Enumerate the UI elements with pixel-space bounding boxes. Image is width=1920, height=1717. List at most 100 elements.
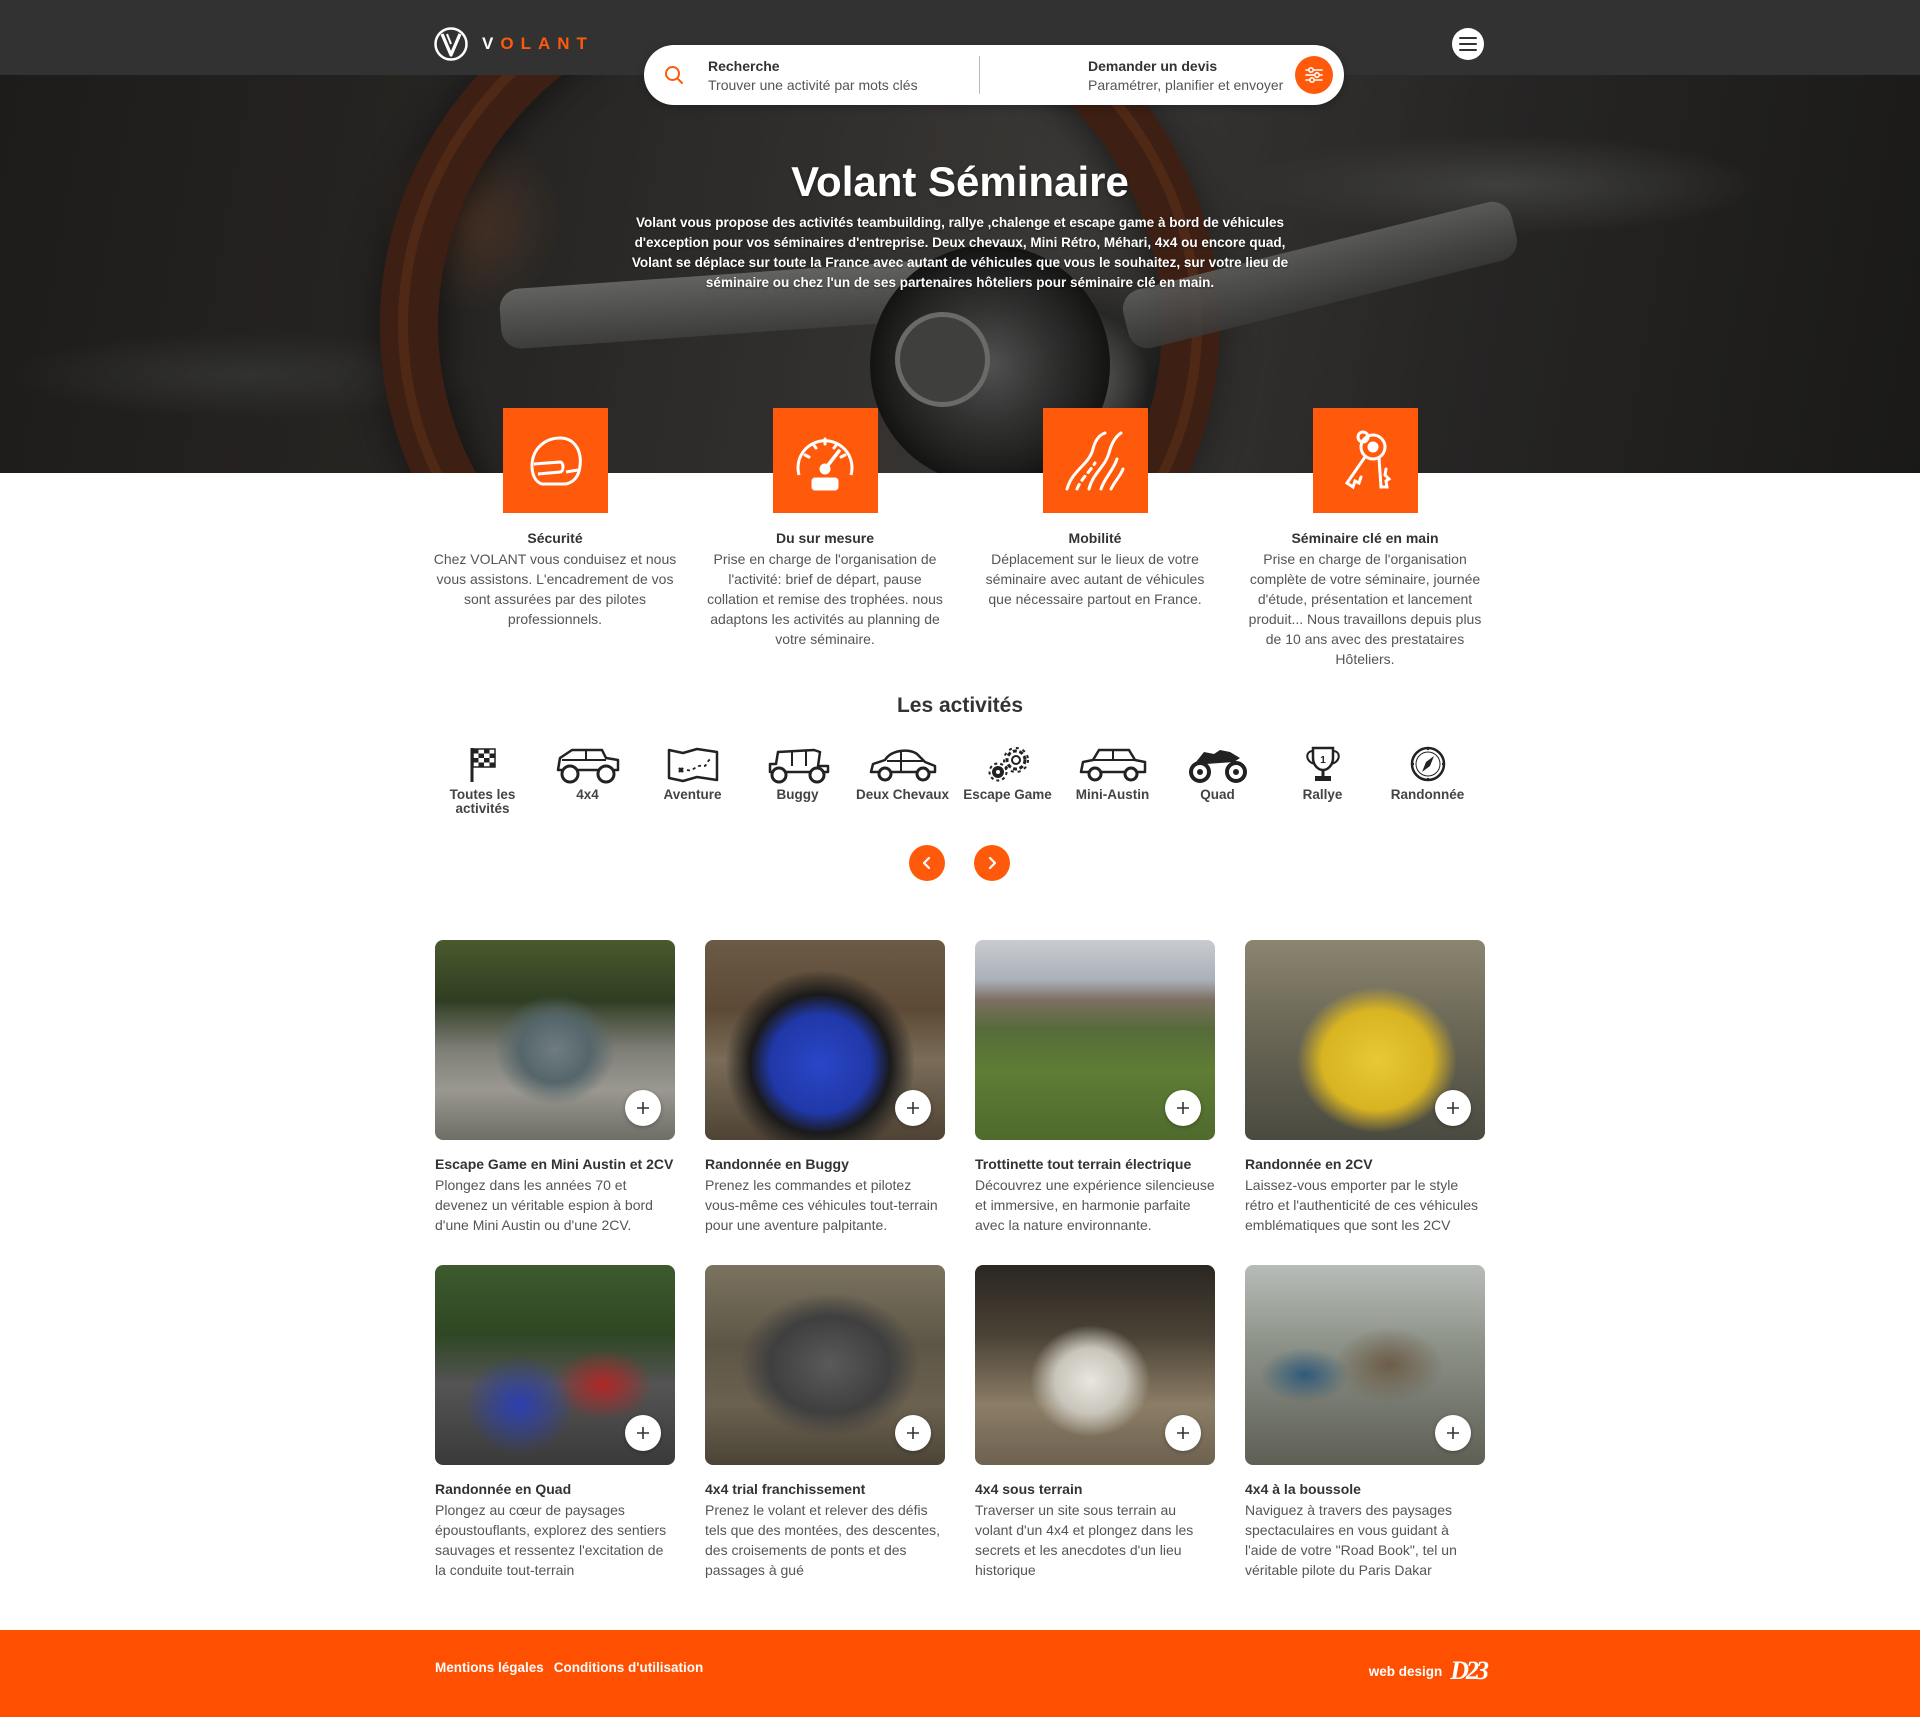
search-icon bbox=[665, 66, 683, 84]
activity-label: Quad bbox=[1200, 787, 1235, 802]
footer-links: Mentions légales Conditions d'utilisatio… bbox=[435, 1660, 703, 1675]
card-photo[interactable] bbox=[705, 1265, 945, 1465]
card-title[interactable]: Trottinette tout terrain électrique bbox=[975, 1156, 1215, 1172]
feature-text: Prise en charge de l'organisation complè… bbox=[1248, 551, 1482, 667]
activity-card[interactable]: Randonnée en 2CV Laissez-vous emporter p… bbox=[1245, 940, 1485, 1265]
features-row: Sécurité Chez VOLANT vous conduisez et n… bbox=[420, 408, 1500, 669]
plus-icon[interactable] bbox=[625, 1090, 661, 1126]
page-title: Volant Séminaire bbox=[791, 158, 1129, 205]
activity-filter-carousel: Toutes les activités 4x4 Aventure Buggy bbox=[430, 744, 1480, 816]
activity-card[interactable]: 4x4 trial franchissement Prenez le volan… bbox=[705, 1265, 945, 1590]
activity-label: Deux Chevaux bbox=[855, 787, 950, 802]
activity-card[interactable]: 4x4 à la boussole Naviguez à travers des… bbox=[1245, 1265, 1485, 1590]
activity-cards-grid: Escape Game en Mini Austin et 2CV Plonge… bbox=[435, 940, 1485, 1590]
helmet-icon bbox=[502, 408, 608, 513]
card-photo[interactable] bbox=[435, 1265, 675, 1465]
road-icon bbox=[1042, 408, 1148, 513]
plus-icon[interactable] bbox=[895, 1415, 931, 1451]
card-photo[interactable] bbox=[1245, 1265, 1485, 1465]
card-photo[interactable] bbox=[1245, 940, 1485, 1140]
activity-label: Mini-Austin bbox=[1075, 787, 1150, 802]
sliders-icon bbox=[1305, 66, 1323, 84]
activity-filter-rallye[interactable]: 1 Rallye bbox=[1270, 744, 1375, 816]
carousel-prev-button[interactable] bbox=[909, 845, 945, 881]
deux-chevaux-icon bbox=[869, 749, 936, 782]
4x4-icon bbox=[556, 748, 619, 784]
activity-filter-4x4[interactable]: 4x4 bbox=[535, 744, 640, 816]
card-photo[interactable] bbox=[435, 940, 675, 1140]
map-icon bbox=[667, 747, 718, 783]
terms-link[interactable]: Conditions d'utilisation bbox=[554, 1660, 703, 1675]
activity-card[interactable]: Randonnée en Quad Plongez au cœur de pay… bbox=[435, 1265, 675, 1590]
activity-label: Aventure bbox=[663, 787, 722, 802]
activity-label: Escape Game bbox=[963, 787, 1052, 802]
card-title[interactable]: 4x4 trial franchissement bbox=[705, 1481, 945, 1497]
card-title[interactable]: Randonnée en 2CV bbox=[1245, 1156, 1485, 1172]
activity-filter-quad[interactable]: Quad bbox=[1165, 744, 1270, 816]
card-text: Plongez au cœur de paysages époustouflan… bbox=[435, 1502, 667, 1578]
card-photo[interactable] bbox=[975, 940, 1215, 1140]
plus-icon[interactable] bbox=[1435, 1415, 1471, 1451]
card-title[interactable]: Escape Game en Mini Austin et 2CV bbox=[435, 1156, 675, 1172]
quote-request[interactable]: Demander un devis Paramétrer, planifier … bbox=[980, 45, 1344, 105]
web-design-credit[interactable]: web design D23 bbox=[1368, 1656, 1489, 1686]
card-title[interactable]: 4x4 à la boussole bbox=[1245, 1481, 1485, 1497]
plus-icon[interactable] bbox=[1165, 1090, 1201, 1126]
feature-title: Sécurité bbox=[527, 530, 583, 546]
svg-text:1: 1 bbox=[1320, 755, 1326, 766]
feature-title: Mobilité bbox=[1068, 530, 1122, 546]
credit-label: web design bbox=[1368, 1663, 1443, 1679]
mini-austin-icon bbox=[1079, 748, 1146, 782]
feature-text: Chez VOLANT vous conduisez et nous vous … bbox=[433, 551, 677, 627]
activity-filter-escape-game[interactable]: Escape Game bbox=[955, 744, 1060, 816]
activity-card[interactable]: Trottinette tout terrain électrique Déco… bbox=[975, 940, 1215, 1265]
plus-icon[interactable] bbox=[625, 1415, 661, 1451]
hamburger-menu-icon[interactable] bbox=[1452, 28, 1484, 60]
feature-sur-mesure: Du sur mesure Prise en charge de l'organ… bbox=[690, 408, 960, 669]
activity-filter-aventure[interactable]: Aventure bbox=[640, 744, 745, 816]
speedometer-icon bbox=[772, 408, 878, 513]
card-text: Prenez les commandes et pilotez vous-mêm… bbox=[705, 1177, 938, 1233]
feature-text: Prise en charge de l'organisation de l'a… bbox=[707, 551, 943, 647]
compass-icon bbox=[1410, 746, 1445, 782]
card-title[interactable]: Randonnée en Quad bbox=[435, 1481, 675, 1497]
chevron-left-icon bbox=[922, 856, 931, 870]
quote-subtitle: Paramétrer, planifier et envoyer bbox=[1088, 76, 1284, 93]
activity-filter-randonnee[interactable]: Randonnée bbox=[1375, 744, 1480, 816]
card-title[interactable]: Randonnée en Buggy bbox=[705, 1156, 945, 1172]
gears-icon bbox=[988, 747, 1029, 782]
activity-filter-mini-austin[interactable]: Mini-Austin bbox=[1060, 744, 1165, 816]
card-text: Découvrez une expérience silencieuse et … bbox=[975, 1177, 1215, 1233]
card-photo[interactable] bbox=[705, 940, 945, 1140]
activity-label: 4x4 bbox=[576, 787, 599, 802]
quote-filters-button[interactable] bbox=[1295, 56, 1333, 94]
search-field[interactable]: Recherche Trouver une activité par mots … bbox=[644, 45, 979, 105]
feature-mobilite: Mobilité Déplacement sur le lieux de vot… bbox=[960, 408, 1230, 669]
activity-filter-toutes[interactable]: Toutes les activités bbox=[430, 744, 535, 816]
activity-card[interactable]: Randonnée en Buggy Prenez les commandes … bbox=[705, 940, 945, 1265]
plus-icon[interactable] bbox=[1435, 1090, 1471, 1126]
activity-filter-buggy[interactable]: Buggy bbox=[745, 744, 850, 816]
volant-logo[interactable]: VOLANT bbox=[434, 27, 594, 61]
volant-logo-icon bbox=[434, 27, 468, 61]
carousel-next-button[interactable] bbox=[974, 845, 1010, 881]
card-text: Traverser un site sous terrain au volant… bbox=[975, 1502, 1194, 1578]
activity-card[interactable]: 4x4 sous terrain Traverser un site sous … bbox=[975, 1265, 1215, 1590]
activity-filter-deux-chevaux[interactable]: Deux Chevaux bbox=[850, 744, 955, 816]
card-title[interactable]: 4x4 sous terrain bbox=[975, 1481, 1215, 1497]
card-text: Naviguez à travers des paysages spectacu… bbox=[1245, 1502, 1457, 1578]
feature-title: Du sur mesure bbox=[775, 530, 875, 546]
plus-icon[interactable] bbox=[895, 1090, 931, 1126]
search-title: Recherche bbox=[708, 57, 780, 74]
brand-name: VOLANT bbox=[482, 34, 594, 53]
buggy-icon bbox=[768, 748, 829, 784]
legal-notice-link[interactable]: Mentions légales bbox=[435, 1660, 544, 1675]
plus-icon[interactable] bbox=[1165, 1415, 1201, 1451]
feature-cle-en-main: Séminaire clé en main Prise en charge de… bbox=[1230, 408, 1500, 669]
activity-card[interactable]: Escape Game en Mini Austin et 2CV Plonge… bbox=[435, 940, 675, 1265]
trophy-icon: 1 bbox=[1305, 746, 1340, 781]
quote-title: Demander un devis bbox=[1088, 57, 1218, 74]
card-photo[interactable] bbox=[975, 1265, 1215, 1465]
activity-label: Buggy bbox=[776, 787, 819, 802]
card-text: Plongez dans les années 70 et devenez un… bbox=[435, 1177, 653, 1233]
